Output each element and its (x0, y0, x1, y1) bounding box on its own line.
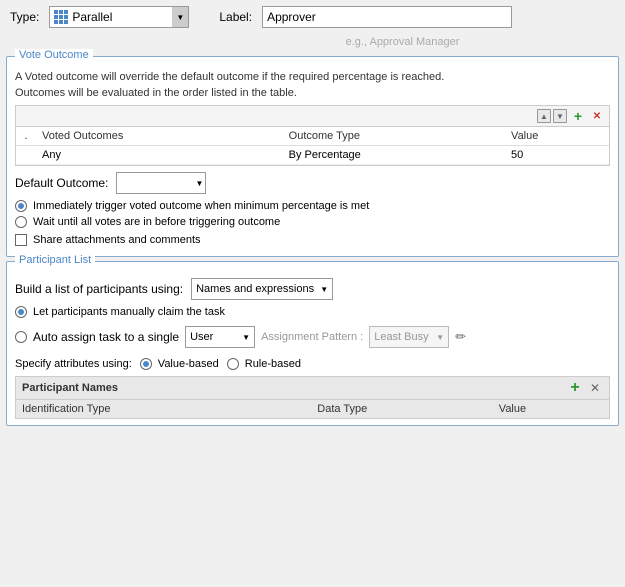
radio-immediately[interactable] (15, 200, 27, 212)
default-outcome-label: Default Outcome: (15, 176, 108, 190)
outcome-type-cell: By Percentage (283, 146, 505, 165)
move-down-btn[interactable]: ▼ (553, 109, 567, 123)
vote-table: . Voted Outcomes Outcome Type Value Any … (16, 127, 609, 165)
radio-row-1[interactable]: Immediately trigger voted outcome when m… (15, 200, 610, 212)
radio-row-2[interactable]: Wait until all votes are in before trigg… (15, 216, 610, 228)
participant-names-table-wrapper: Participant Names + ✕ Identification Typ… (15, 376, 610, 419)
dot-col-header: . (16, 127, 36, 146)
label-placeholder: e.g., Approval Manager (0, 34, 625, 52)
vote-outcome-title: Vote Outcome (15, 49, 93, 61)
participant-content: Build a list of participants using: Name… (7, 262, 618, 425)
parallel-icon (54, 10, 68, 24)
participant-radio-group: Let participants manually claim the task… (15, 306, 610, 352)
radio-rule-based[interactable] (227, 358, 239, 370)
voted-outcome-cell: Any (36, 146, 283, 165)
default-outcome-select[interactable]: ▼ (116, 172, 206, 194)
radio-wait-label: Wait until all votes are in before trigg… (33, 216, 280, 228)
table-row[interactable]: Any By Percentage 50 (16, 146, 609, 165)
value-cell: 50 (505, 146, 609, 165)
share-attachments-label: Share attachments and comments (33, 234, 201, 246)
move-up-btn[interactable]: ▲ (537, 109, 551, 123)
value-header-participant: Value (493, 400, 610, 419)
assignment-pattern-label: Assignment Pattern : (261, 331, 363, 343)
user-value: User (190, 331, 213, 343)
rule-based-label: Rule-based (245, 358, 301, 370)
radio-manual-claim[interactable] (15, 306, 27, 318)
specify-row: Specify attributes using: Value-based Ru… (15, 358, 610, 370)
default-outcome-arrow: ▼ (195, 179, 203, 188)
voted-outcomes-header: Voted Outcomes (36, 127, 283, 146)
vote-desc-2: Outcomes will be evaluated in the order … (15, 87, 610, 99)
dot-cell (16, 146, 36, 165)
value-based-row[interactable]: Value-based (140, 358, 219, 370)
names-dropdown-value: Names and expressions (196, 283, 314, 295)
vote-outcome-section: Vote Outcome A Voted outcome will overri… (6, 56, 619, 257)
radio-auto-assign[interactable] (15, 331, 27, 343)
participant-list-title: Participant List (15, 254, 95, 266)
vote-table-wrapper: ▲ ▼ + ✕ . Voted Outcomes Outcome Type Va… (15, 105, 610, 166)
radio-value-based[interactable] (140, 358, 152, 370)
manual-claim-label: Let participants manually claim the task (33, 306, 225, 318)
participant-table-header: Participant Names + ✕ (15, 376, 610, 399)
label-label: Label: (219, 10, 252, 24)
type-select[interactable]: Parallel ▼ (49, 6, 189, 28)
label-input[interactable] (262, 6, 512, 28)
type-dropdown-arrow: ▼ (172, 7, 188, 27)
specify-label: Specify attributes using: (15, 358, 132, 370)
auto-assign-row[interactable]: Auto assign task to a single User Assign… (15, 326, 610, 348)
least-busy-select[interactable]: Least Busy (369, 326, 449, 348)
add-vote-btn[interactable]: + (570, 108, 586, 124)
radio-immediately-label: Immediately trigger voted outcome when m… (33, 200, 369, 212)
participant-table: Identification Type Data Type Value (15, 399, 610, 419)
participant-names-title: Participant Names (22, 382, 118, 394)
radio-wait[interactable] (15, 216, 27, 228)
remove-participant-btn[interactable]: ✕ (587, 380, 603, 396)
remove-vote-btn[interactable]: ✕ (589, 108, 605, 124)
type-value: Parallel (72, 10, 184, 24)
default-outcome-row: Default Outcome: ▼ (15, 172, 610, 194)
value-based-label: Value-based (158, 358, 219, 370)
share-attachments-row[interactable]: Share attachments and comments (15, 234, 610, 246)
participant-list-section: Participant List Build a list of partici… (6, 261, 619, 426)
vote-table-toolbar: ▲ ▼ + ✕ (16, 106, 609, 127)
names-dropdown[interactable]: Names and expressions (191, 278, 333, 300)
build-label: Build a list of participants using: (15, 282, 183, 296)
build-row: Build a list of participants using: Name… (15, 278, 610, 300)
participant-table-btns: + ✕ (567, 380, 603, 396)
data-type-header: Data Type (311, 400, 493, 419)
manual-claim-row[interactable]: Let participants manually claim the task (15, 306, 610, 318)
type-label: Type: (10, 10, 39, 24)
top-bar: Type: Parallel ▼ Label: (0, 0, 625, 34)
vote-desc-1: A Voted outcome will override the defaul… (15, 71, 610, 83)
nav-arrows: ▲ ▼ (537, 109, 567, 123)
value-header: Value (505, 127, 609, 146)
edit-icon[interactable]: ✏ (455, 329, 466, 345)
rule-based-row[interactable]: Rule-based (227, 358, 301, 370)
user-select[interactable]: User (185, 326, 255, 348)
least-busy-value: Least Busy (374, 331, 428, 343)
auto-assign-label: Auto assign task to a single (33, 330, 179, 344)
id-type-header: Identification Type (16, 400, 312, 419)
share-attachments-checkbox[interactable] (15, 234, 27, 246)
trigger-radio-group: Immediately trigger voted outcome when m… (15, 200, 610, 228)
outcome-type-header: Outcome Type (283, 127, 505, 146)
add-participant-btn[interactable]: + (567, 380, 583, 396)
